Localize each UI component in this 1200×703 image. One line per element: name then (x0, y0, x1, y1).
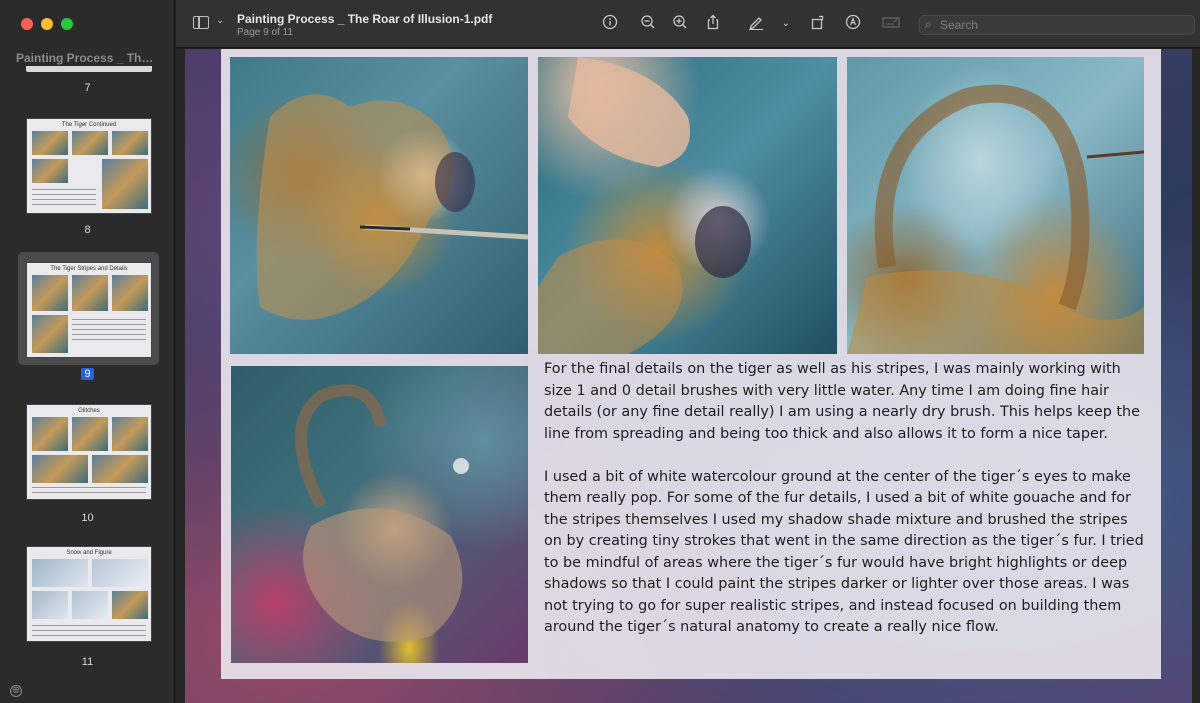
search-field[interactable]: ⌕ (919, 15, 1195, 35)
page-number-8: 8 (84, 224, 91, 236)
sidebar-options-chevron-icon[interactable]: ⌄ (216, 15, 224, 26)
preview-window: Painting Process _ The R... 7 The Tiger … (0, 0, 1200, 703)
minimize-window-button[interactable] (41, 18, 53, 30)
thumbnail-image (112, 591, 148, 619)
thumbnail-image (32, 559, 88, 587)
thumbnail-page-10[interactable]: Glitches (26, 404, 152, 500)
thumbnail-title: Snow and Figure (66, 550, 112, 556)
sidebar-toggle-icon[interactable] (193, 16, 209, 29)
close-window-button[interactable] (21, 18, 33, 30)
share-icon[interactable] (703, 14, 723, 34)
thumbnail-image (32, 591, 68, 619)
thumbnail-image (32, 131, 68, 155)
thumbnail-title: The Tiger Stripes and Details (50, 266, 128, 272)
thumbnail-image (92, 455, 148, 483)
window-controls (21, 18, 73, 30)
paragraph-brushes: For the final details on the tiger as we… (544, 361, 1141, 442)
pdf-page: For the final details on the tiger as we… (185, 49, 1192, 703)
zoom-in-icon[interactable] (670, 14, 690, 34)
page-number-10: 10 (81, 512, 94, 524)
thumbnail-image (72, 131, 108, 155)
thumbnail-page-11[interactable]: Snow and Figure (26, 546, 152, 642)
thumbnail-title: The Tiger Continued (61, 122, 117, 128)
thumbnail-image (102, 159, 148, 209)
thumbnail-image (72, 275, 108, 311)
zoom-out-icon[interactable] (638, 14, 658, 34)
thumbnail-image (112, 275, 148, 311)
thumbnail-page-9[interactable]: The Tiger Stripes and Details (26, 262, 152, 358)
tiger-painting-image-3 (847, 57, 1144, 354)
tiger-painting-image-2 (538, 57, 837, 354)
page-number-11: 11 (81, 656, 94, 668)
tiger-painting-image-4 (231, 366, 528, 663)
thumbnail-page-7[interactable] (26, 66, 152, 72)
page-number-7: 7 (84, 82, 91, 94)
sidebar-title: Painting Process _ The R... (16, 51, 158, 65)
thumbnail-image (112, 417, 148, 451)
thumbnail-title: Glitches (78, 408, 100, 414)
toolbar: ⌄ Painting Process _ The Roar of Illusio… (176, 0, 1200, 48)
page-indicator: Page 9 of 11 (237, 27, 293, 38)
thumbnail-sidebar: Painting Process _ The R... 7 The Tiger … (0, 0, 175, 703)
thumbnail-page-8[interactable]: The Tiger Continued (26, 118, 152, 214)
thumbnail-image (32, 455, 88, 483)
form-fill-icon[interactable] (881, 14, 901, 34)
thumbnail-image (32, 417, 68, 451)
paragraph-stripes: I used a bit of white watercolour ground… (544, 468, 1144, 636)
page-number-9: 9 (0, 368, 175, 380)
page-body-text: For the final details on the tiger as we… (544, 359, 1144, 660)
markup-circle-icon[interactable] (843, 14, 863, 34)
document-view[interactable]: For the final details on the tiger as we… (176, 49, 1200, 703)
thumbnail-image (72, 591, 108, 619)
markup-pen-icon[interactable] (746, 14, 766, 34)
search-input[interactable] (940, 17, 1180, 33)
tiger-painting-image-1 (230, 57, 528, 354)
thumbnail-image (92, 559, 148, 587)
add-page-icon[interactable]: ⊕ (10, 685, 22, 697)
thumbnail-image (32, 275, 68, 311)
info-icon[interactable] (600, 14, 620, 34)
thumbnail-image (32, 315, 68, 353)
thumbnail-image (32, 159, 68, 183)
chevron-down-icon[interactable]: ⌄ (776, 14, 796, 34)
rotate-icon[interactable] (808, 14, 828, 34)
thumbnail-image (112, 131, 148, 155)
document-title: Painting Process _ The Roar of Illusion-… (237, 12, 493, 26)
zoom-window-button[interactable] (61, 18, 73, 30)
thumbnail-image (72, 417, 108, 451)
search-icon: ⌕ (925, 17, 932, 31)
